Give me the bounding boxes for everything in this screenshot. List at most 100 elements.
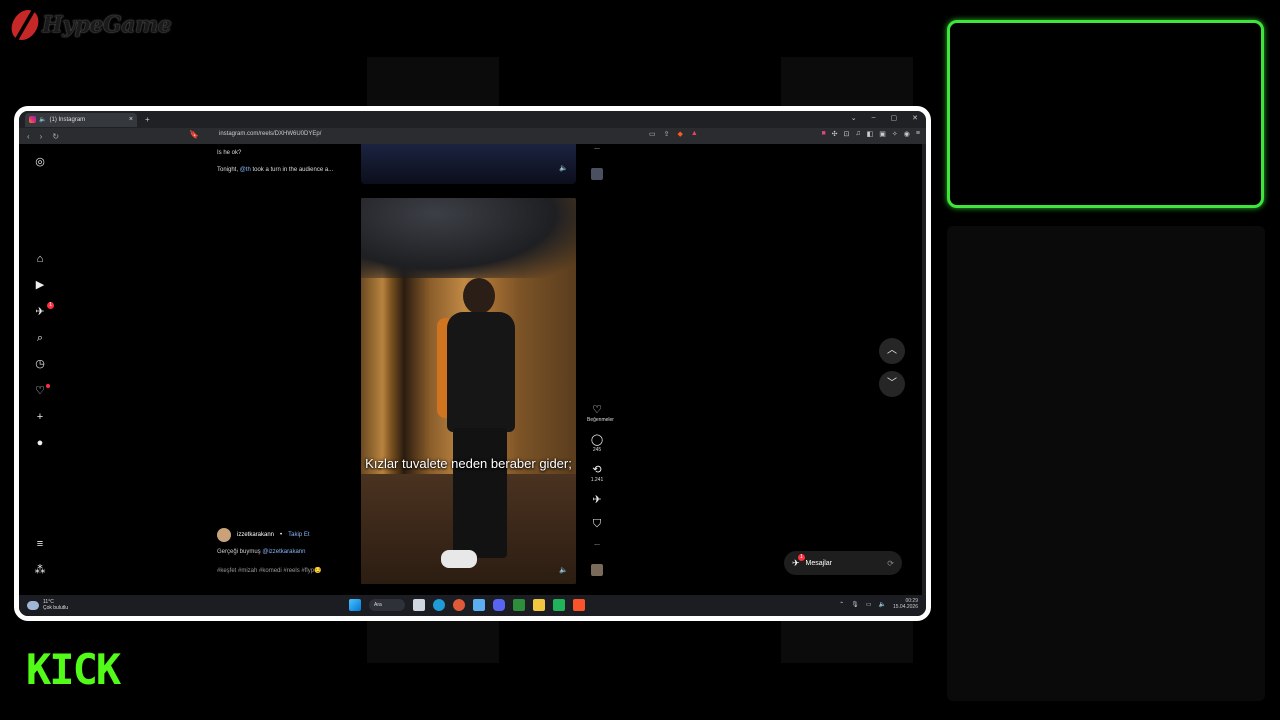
create-icon[interactable]: + [33,410,47,424]
file-explorer-icon[interactable] [533,599,545,611]
network-icon[interactable]: ▭ [866,601,872,608]
likes-label: Beğenmeler [587,417,614,423]
forward-icon[interactable]: › [40,132,43,141]
vpn-icon[interactable]: ◉ [904,130,910,138]
leo-icon[interactable]: ✧ [892,130,898,138]
store-icon[interactable] [473,599,485,611]
volume-icon[interactable]: 🔈 [559,164,568,172]
avatar[interactable] [217,528,231,542]
caption-mention[interactable]: @th [240,167,251,173]
clock[interactable]: 00:29 15.04.2026 [893,598,918,610]
app-icon[interactable] [553,599,565,611]
previous-more-button[interactable]: ... [587,144,607,151]
like-button[interactable]: ♡ Beğenmeler [587,404,614,423]
url-field[interactable]: instagram.com/reels/DXHW6U0DYEp/ [219,131,321,137]
home-icon[interactable]: ⌂ [33,252,47,266]
tab-close-icon[interactable]: × [129,116,133,123]
kick-logo: KICK [26,645,121,694]
maximize-icon[interactable]: ▢ [891,114,898,122]
extension-icon[interactable]: ■ [821,130,825,138]
bookmark-icon[interactable]: 🔖 [189,130,199,139]
share-button[interactable]: ✈ [587,494,607,506]
caption-mention[interactable]: @izzetkarakann [262,549,305,555]
back-icon[interactable]: ‹ [27,132,30,141]
previous-reel-caption: Is he ok? [217,150,242,156]
tab-title: (1) Instagram [49,116,86,123]
menu-icon[interactable]: ≡ [916,130,920,138]
speaker-icon: 🔈 [39,117,47,123]
reel-hashtags[interactable]: #keşfet #mizah #komedi #reels #flyp😏 [217,567,322,574]
taskbar-search[interactable]: Ara [369,599,405,611]
separator: • [280,532,283,538]
minimize-icon[interactable]: – [872,114,876,122]
explore-icon[interactable]: ◷ [33,357,47,371]
weather-text: Çok bulutlu [43,605,69,611]
close-icon[interactable]: ✕ [912,114,918,122]
task-view-icon[interactable] [413,599,425,611]
reposts-count: 1.241 [590,477,604,483]
next-reel-button[interactable]: ﹀ [879,371,905,397]
brave-icon[interactable] [573,599,585,611]
brand-logo: HypeGame [8,10,172,40]
discord-icon[interactable] [493,599,505,611]
heart-icon: ♡ [592,404,602,416]
puzzle-icon[interactable]: ✣ [832,130,838,138]
comment-button[interactable]: ◯ 245 [587,434,607,453]
previous-reel-button[interactable]: ︿ [879,338,905,364]
notifications-heart-icon[interactable]: ♡ [33,384,50,398]
direct-messages-icon[interactable]: ✈ 1 [33,302,54,319]
audio-avatar[interactable] [587,564,607,576]
more-menu-icon[interactable]: ≡ [33,537,47,551]
extensions-toolbar: ■ ✣ ⊡ ♫ ◧ ▣ ✧ ◉ ≡ [821,130,920,138]
repost-button[interactable]: ⟲ 1.241 [587,464,607,483]
browser-tab[interactable]: 🔈 (1) Instagram × [25,112,137,127]
instagram-logo-icon[interactable]: ◎ [33,155,47,169]
notification-dot [46,384,50,388]
more-button[interactable]: ... [587,540,607,547]
follow-button[interactable]: Takip Et [288,532,309,538]
save-button[interactable]: ⛉ [587,518,607,530]
edge-icon[interactable] [433,599,445,611]
wallet-icon[interactable]: ▣ [879,130,886,138]
previous-reel-video[interactable]: 🔈 [361,144,576,184]
new-tab-button[interactable]: + [145,115,150,124]
video-figure-part [463,278,495,314]
volume-icon[interactable]: 🔈 [559,566,568,574]
brave-shield-icon[interactable]: ◆ [678,130,683,138]
messages-label: Mesajlar [805,559,832,567]
video-ceiling [361,198,576,278]
video-figure-part [453,428,507,558]
profile-avatar[interactable]: ● [33,436,47,450]
sidebar-toggle-icon[interactable]: ◧ [867,130,874,138]
chevron-up-icon[interactable]: ⌃ [839,601,844,608]
xbox-icon[interactable] [513,599,525,611]
search-icon[interactable]: ⌕ [33,331,47,345]
meta-apps-icon[interactable]: ⁂ [33,563,47,577]
instagram-sidebar: ◎ ⌂ ▶ ✈ 1 ⌕ ◷ ♡ + ● ≡ ⁂ [27,144,57,595]
browser-tab-bar: 🔈 (1) Instagram × + ⌄ – ▢ ✕ [19,111,926,128]
microphone-icon[interactable]: 🎙 [851,601,859,608]
cast-icon[interactable]: ▭ [649,130,656,138]
repost-icon: ⟲ [592,464,602,476]
chrome-icon[interactable] [453,599,465,611]
username[interactable]: izzetkarakann [237,532,274,538]
reload-icon[interactable]: ↻ [52,132,59,141]
windows-start-icon[interactable] [349,599,361,611]
windows-taskbar: 11°C Çok bulutlu Ara ⌃ 🎙 ▭ 🔈 00:29 15.04… [19,595,926,616]
share-icon[interactable]: ⇪ [664,130,670,138]
speaker-icon[interactable]: 🔈 [878,601,885,608]
stream-overlay: HypeGame KICK 🔈 (1) Instagram × + ⌄ – ▢ … [0,0,1280,720]
avatars-icon: ⟳ [887,558,894,568]
messenger-icon: ✈ 1 [792,553,805,569]
reels-icon[interactable]: ▶ [33,278,47,292]
screenshot-icon[interactable]: ⊡ [844,130,850,138]
previous-reel-description: Tonight, @th took a turn in the audience… [217,167,333,173]
chevron-down-icon[interactable]: ⌄ [851,114,857,122]
weather-widget[interactable]: 11°C Çok bulutlu [27,599,68,611]
reel-video[interactable]: Kızlar tuvalete neden beraber gider; 🔈 [361,198,576,584]
previous-audio-avatar[interactable] [587,168,607,180]
reel-caption: Gerçeği buymuş @izzetkarakann [217,549,305,555]
messages-button[interactable]: ✈ 1 Mesajlar ⟳ [784,551,902,575]
brave-rewards-icon[interactable]: ▲ [691,130,698,138]
music-icon[interactable]: ♫ [855,130,860,138]
